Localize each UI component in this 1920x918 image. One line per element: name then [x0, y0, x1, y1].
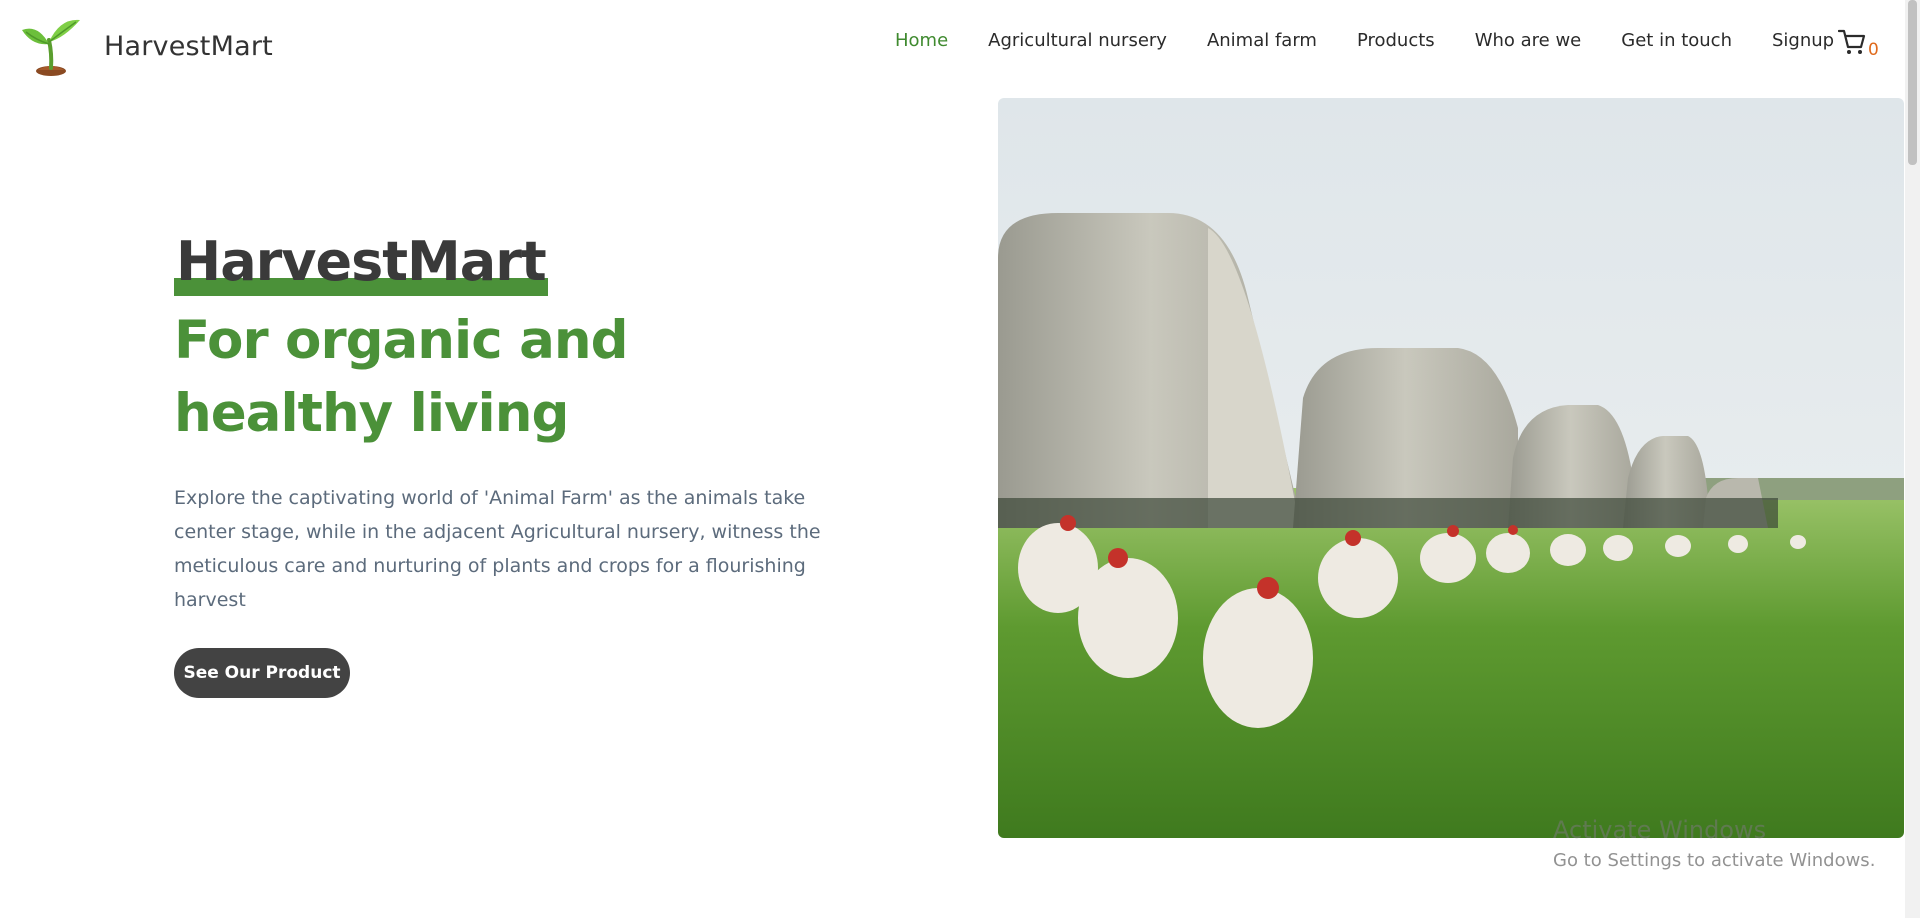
cart-count: 0: [1868, 40, 1879, 60]
nav-get-in-touch[interactable]: Get in touch: [1621, 30, 1732, 51]
nav-products[interactable]: Products: [1357, 30, 1435, 51]
nav-animal-farm[interactable]: Animal farm: [1207, 30, 1317, 51]
nav-agricultural-nursery[interactable]: Agricultural nursery: [988, 30, 1167, 51]
brand[interactable]: HarvestMart: [18, 16, 273, 76]
activate-windows-title: Activate Windows: [1553, 816, 1767, 844]
nav-who-are-we[interactable]: Who are we: [1475, 30, 1582, 51]
navbar: HarvestMart Home Agricultural nursery An…: [0, 0, 1905, 90]
page-scrollbar[interactable]: [1905, 0, 1920, 918]
activate-windows-subtitle: Go to Settings to activate Windows.: [1553, 850, 1876, 871]
hero-title-wrap: HarvestMart: [174, 230, 548, 296]
hero-title: HarvestMart: [174, 230, 548, 296]
see-our-product-button[interactable]: See Our Product: [174, 648, 350, 698]
scrollbar-thumb[interactable]: [1908, 0, 1917, 165]
cart-button[interactable]: 0: [1838, 28, 1879, 60]
nav-home[interactable]: Home: [895, 30, 948, 51]
hero-image: [998, 98, 1904, 838]
nav-signup[interactable]: Signup: [1772, 30, 1834, 51]
hero-description: Explore the captivating world of 'Animal…: [174, 487, 821, 611]
brand-name: HarvestMart: [104, 30, 273, 62]
farm-image: [998, 98, 1904, 838]
cart-icon: [1838, 29, 1866, 54]
sprout-icon: [22, 19, 80, 76]
hero-subtitle: For organic and healthy living: [174, 310, 629, 444]
main-nav: Home Agricultural nursery Animal farm Pr…: [895, 30, 1874, 51]
